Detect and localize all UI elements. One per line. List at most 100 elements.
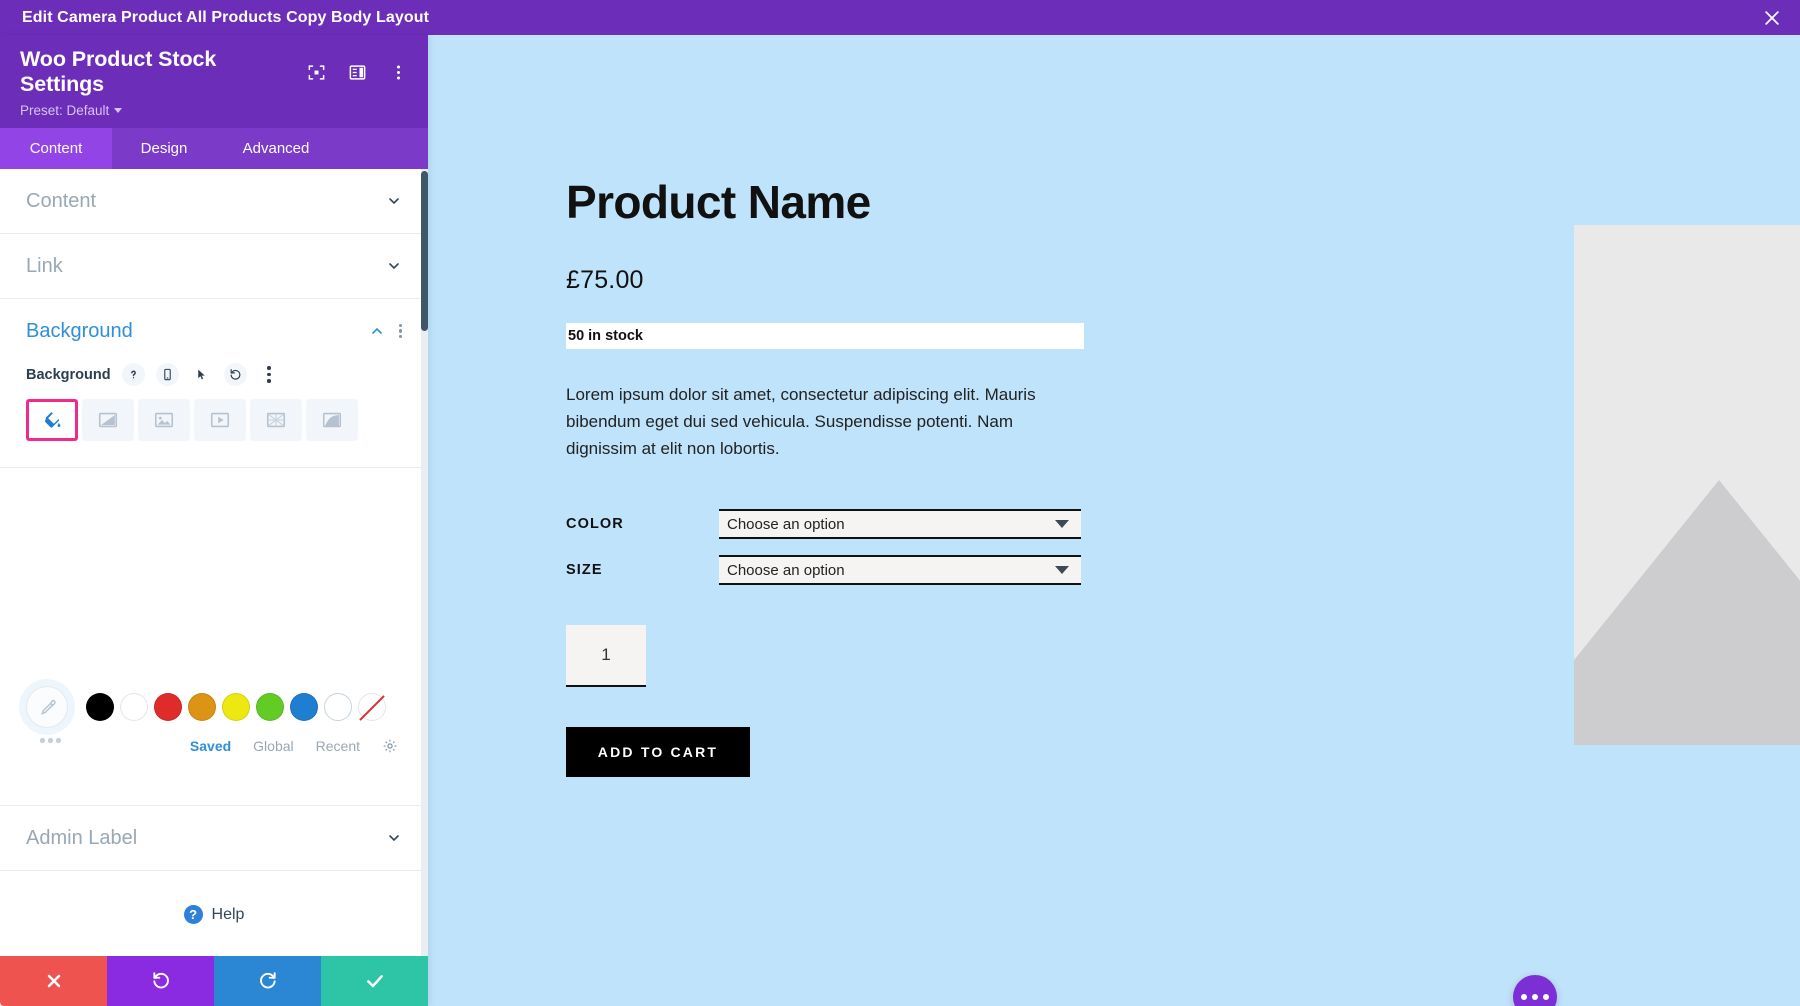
help-icon[interactable]	[121, 363, 145, 386]
divi-builder-screen: Edit Camera Product All Products Copy Bo…	[0, 0, 1800, 1006]
background-type-mask[interactable]	[306, 399, 358, 441]
section-background: Background Background	[0, 299, 428, 468]
fullscreen-icon[interactable]	[307, 63, 326, 82]
undo-arrow-icon	[152, 972, 169, 989]
floating-more-button[interactable]	[1513, 975, 1557, 1006]
background-type-color[interactable]	[26, 399, 78, 441]
section-content-title: Content	[26, 189, 97, 212]
attribute-select-color[interactable]: Choose an option	[719, 509, 1081, 540]
hover-cursor-icon[interactable]	[190, 363, 213, 386]
color-swatch-blue[interactable]	[290, 693, 318, 721]
help-link[interactable]: ? Help	[0, 871, 428, 956]
section-background-title: Background	[26, 319, 133, 342]
paint-bucket-icon	[45, 412, 61, 428]
more-dots-icon[interactable]	[40, 738, 61, 743]
video-icon	[210, 412, 230, 428]
stock-status-module: 50 in stock	[566, 322, 1084, 349]
color-swatch-red[interactable]	[154, 693, 182, 721]
reset-undo-icon[interactable]	[223, 363, 247, 386]
tab-advanced[interactable]: Advanced	[216, 128, 336, 169]
color-swatch-white-outline[interactable]	[324, 693, 352, 721]
color-swatch-white[interactable]	[120, 693, 148, 721]
palette-tab-global[interactable]: Global	[253, 738, 293, 754]
close-x-icon	[47, 974, 60, 988]
section-background-header[interactable]: Background	[26, 299, 402, 363]
tab-content[interactable]: Content	[0, 128, 112, 169]
quantity-value: 1	[601, 645, 611, 665]
pattern-icon	[266, 412, 286, 428]
color-picker-block: Saved Global Recent	[0, 468, 428, 754]
kebab-menu-icon[interactable]	[258, 363, 281, 386]
kebab-menu-icon[interactable]	[389, 63, 408, 82]
background-type-pattern[interactable]	[250, 399, 302, 441]
close-icon[interactable]	[1762, 0, 1782, 35]
attribute-label-size: SIZE	[566, 562, 603, 579]
color-swatch-transparent[interactable]	[358, 693, 386, 721]
attribute-row-color: COLOR Choose an option	[566, 509, 1086, 540]
help-icon: ?	[183, 905, 203, 924]
attribute-select-size-value: Choose an option	[727, 561, 845, 579]
product-image-placeholder	[1574, 225, 1800, 745]
panel-tabs: Content Design Advanced	[0, 128, 428, 169]
image-placeholder-icon	[1574, 225, 1800, 745]
add-to-cart-button[interactable]: ADD TO CART	[566, 727, 750, 778]
image-icon	[154, 412, 174, 428]
checkmark-icon	[366, 975, 383, 988]
chevron-up-icon[interactable]	[369, 323, 385, 339]
section-content-header[interactable]: Content	[26, 169, 402, 233]
responsive-phone-icon[interactable]	[155, 363, 179, 386]
preset-selector[interactable]: Preset: Default	[0, 97, 428, 118]
palette-tabs: Saved Global Recent	[190, 728, 402, 754]
color-swatch-orange[interactable]	[188, 693, 216, 721]
preview-canvas: Product Name £75.00 50 in stock Lorem ip…	[428, 35, 1800, 1006]
more-dots-icon	[1532, 994, 1538, 1000]
layout-columns-icon[interactable]	[348, 63, 367, 82]
help-label: Help	[211, 905, 245, 923]
panel-body: Content Link Background Background Saved…	[0, 169, 428, 956]
panel-header: Woo Product Stock Settings Preset: Defau…	[0, 35, 428, 128]
chevron-down-icon	[389, 835, 399, 842]
product-attributes: COLOR Choose an option SIZE Choose an op…	[566, 509, 1086, 586]
tab-design[interactable]: Design	[112, 128, 216, 169]
gear-icon[interactable]	[382, 738, 398, 754]
section-admin-label-title: Admin Label	[26, 826, 138, 849]
product-title: Product Name	[566, 176, 871, 228]
background-type-video[interactable]	[194, 399, 246, 441]
save-button[interactable]	[321, 956, 428, 1006]
undo-button[interactable]	[107, 956, 214, 1006]
background-type-image[interactable]	[138, 399, 190, 441]
section-content: Content	[0, 169, 428, 234]
panel-title: Woo Product Stock Settings	[20, 47, 217, 96]
palette-tab-saved[interactable]: Saved	[190, 738, 231, 754]
top-bar: Edit Camera Product All Products Copy Bo…	[0, 0, 1800, 35]
background-type-gradient[interactable]	[82, 399, 134, 441]
quantity-input[interactable]: 1	[566, 625, 646, 688]
redo-arrow-icon	[259, 972, 276, 989]
background-type-tabs	[26, 399, 402, 451]
product-description: Lorem ipsum dolor sit amet, consectetur …	[566, 384, 1036, 458]
color-swatch-yellow[interactable]	[222, 693, 250, 721]
section-link-header[interactable]: Link	[26, 234, 402, 298]
kebab-menu-icon[interactable]	[398, 323, 402, 339]
attribute-select-size[interactable]: Choose an option	[719, 555, 1081, 586]
chevron-down-icon	[389, 263, 399, 270]
module-settings-panel: Woo Product Stock Settings Preset: Defau…	[0, 35, 428, 1006]
panel-scrollbar-thumb[interactable]	[421, 171, 428, 331]
color-swatch-black[interactable]	[86, 693, 114, 721]
more-dots-icon	[1543, 994, 1549, 1000]
page-title: Edit Camera Product All Products Copy Bo…	[22, 8, 430, 26]
mask-icon	[322, 412, 342, 428]
color-swatch-green[interactable]	[256, 693, 284, 721]
discard-button[interactable]	[0, 956, 107, 1006]
section-admin-label-header[interactable]: Admin Label	[26, 806, 402, 870]
stock-status-text: 50 in stock	[568, 327, 643, 344]
more-dots-icon	[1521, 994, 1527, 1000]
panel-scrollbar[interactable]	[421, 169, 428, 956]
section-link-title: Link	[26, 254, 63, 277]
color-swatch-row	[26, 680, 402, 728]
redo-button[interactable]	[214, 956, 321, 1006]
product-details-column: Product Name £75.00 50 in stock Lorem ip…	[566, 176, 1086, 778]
palette-tab-recent[interactable]: Recent	[316, 738, 360, 754]
eyedropper-icon[interactable]	[26, 686, 68, 728]
chevron-down-icon	[1055, 566, 1069, 575]
